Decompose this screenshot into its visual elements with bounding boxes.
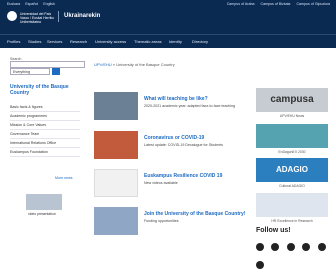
search-input[interactable] [10, 61, 85, 68]
nav-profiles[interactable]: Profiles [7, 39, 20, 44]
news-thumbnail [94, 131, 138, 159]
more-news-link[interactable]: More news [55, 176, 73, 180]
news-thumbnail [94, 169, 138, 197]
banner-caption[interactable]: Cultural ADAGIO [256, 184, 328, 188]
university-logo-icon[interactable] [7, 11, 17, 21]
news-title[interactable]: Join the University of the Basque Countr… [144, 211, 245, 217]
flickr-icon[interactable] [256, 261, 264, 269]
news-title[interactable]: Coronavirus or COVID-19 [144, 135, 204, 141]
nav-directory[interactable]: Directory [192, 39, 208, 44]
language-switcher: Euskara Español English [7, 2, 59, 6]
sidebar-item-programmes[interactable]: Academic programmes [10, 112, 80, 121]
facebook-icon[interactable] [256, 243, 264, 251]
news-item[interactable]: Join the University of the Basque Countr… [94, 207, 246, 241]
sidebar-menu: Basic facts & figures Academic programme… [10, 103, 80, 157]
top-bar: Euskara Español English Campus of Araba … [0, 0, 336, 34]
breadcrumb-home[interactable]: UPV/EHU [94, 62, 112, 67]
nav-services[interactable]: Services [47, 39, 62, 44]
banner-image: ADAGIO [256, 158, 328, 182]
sidebar-item-mission[interactable]: Mission & Core Values [10, 121, 80, 130]
video-thumbnail[interactable] [26, 194, 62, 210]
news-title[interactable]: What will teaching be like? [144, 96, 208, 102]
banner-caption[interactable]: EnDagunEX 2030 [256, 150, 328, 154]
sidebar-item-facts[interactable]: Basic facts & figures [10, 103, 80, 112]
news-text: New videos available [144, 181, 178, 185]
nav-studies[interactable]: Studies [28, 39, 41, 44]
lang-espanol[interactable]: Español [25, 2, 38, 6]
breadcrumb-current: University of the Basque Country [116, 62, 175, 67]
nav-university-access[interactable]: University access [95, 39, 126, 44]
main-nav: Profiles Studies Services Research Unive… [0, 34, 336, 48]
instagram-icon[interactable] [302, 243, 311, 251]
breadcrumb: UPV/EHU » University of the Basque Count… [94, 62, 175, 67]
video-caption[interactable]: video presentation [28, 212, 56, 216]
news-title[interactable]: Euskampus Resilience COVID 19 [144, 173, 222, 179]
logo-text: Universidad del País Vasco / Euskal Herr… [20, 12, 55, 24]
linkedin-icon[interactable] [317, 243, 326, 251]
banner-hr-excellence[interactable]: HR Excellence in Research [256, 193, 328, 223]
news-text: Latest update: COVID-19 Decalogue for St… [144, 143, 223, 147]
banner-endagun[interactable]: EnDagunEX 2030 [256, 124, 328, 154]
sidebar-title: University of the Basque Country [10, 84, 69, 96]
lang-euskara[interactable]: Euskara [7, 2, 20, 6]
follow-us-heading: Follow us! [256, 227, 291, 234]
campus-bizkaia[interactable]: Campus of Bizkaia [260, 2, 290, 6]
site-name[interactable]: Ukrainarekin [64, 13, 100, 19]
nav-thematic-areas[interactable]: Thematic areas [134, 39, 162, 44]
campus-araba[interactable]: Campus of Araba [227, 2, 255, 6]
youtube-icon[interactable] [286, 243, 295, 251]
twitter-icon[interactable] [271, 243, 280, 251]
news-item[interactable]: What will teaching be like? 2020-2021 ac… [94, 92, 246, 126]
banner-image [256, 124, 328, 148]
news-item[interactable]: Euskampus Resilience COVID 19 New videos… [94, 169, 246, 203]
sidebar-item-euskampus[interactable]: Euskampus Foundation [10, 148, 80, 157]
nav-identity[interactable]: Identity [169, 39, 182, 44]
banner-image [256, 193, 328, 217]
lang-english[interactable]: English [43, 2, 55, 6]
news-text: 2020-2021 academic year: adapted face-to… [144, 104, 236, 108]
campus-gipuzkoa[interactable]: Campus of Gipuzkoa [296, 2, 330, 6]
search-scope-select[interactable]: Everything [10, 68, 50, 75]
banner-adagio[interactable]: ADAGIO Cultural ADAGIO [256, 158, 328, 188]
banner-image: campusa [256, 88, 328, 112]
banner-caption[interactable]: HR Excellence in Research [256, 219, 328, 223]
nav-research[interactable]: Research [70, 39, 87, 44]
logo-divider [58, 11, 59, 22]
news-item[interactable]: Coronavirus or COVID-19 Latest update: C… [94, 131, 246, 165]
campus-links: Campus of Araba Campus of Bizkaia Campus… [222, 2, 330, 6]
sidebar-item-international[interactable]: International Relations Office [10, 139, 80, 148]
search-button[interactable] [52, 68, 60, 75]
banner-campusa[interactable]: campusa UPV/EHU News [256, 88, 328, 118]
social-links [256, 238, 336, 274]
sidebar-item-governance[interactable]: Governance Team [10, 130, 80, 139]
news-text: Funding opportunities [144, 219, 179, 223]
news-thumbnail [94, 92, 138, 120]
banner-caption[interactable]: UPV/EHU News [256, 114, 328, 118]
news-thumbnail [94, 207, 138, 235]
